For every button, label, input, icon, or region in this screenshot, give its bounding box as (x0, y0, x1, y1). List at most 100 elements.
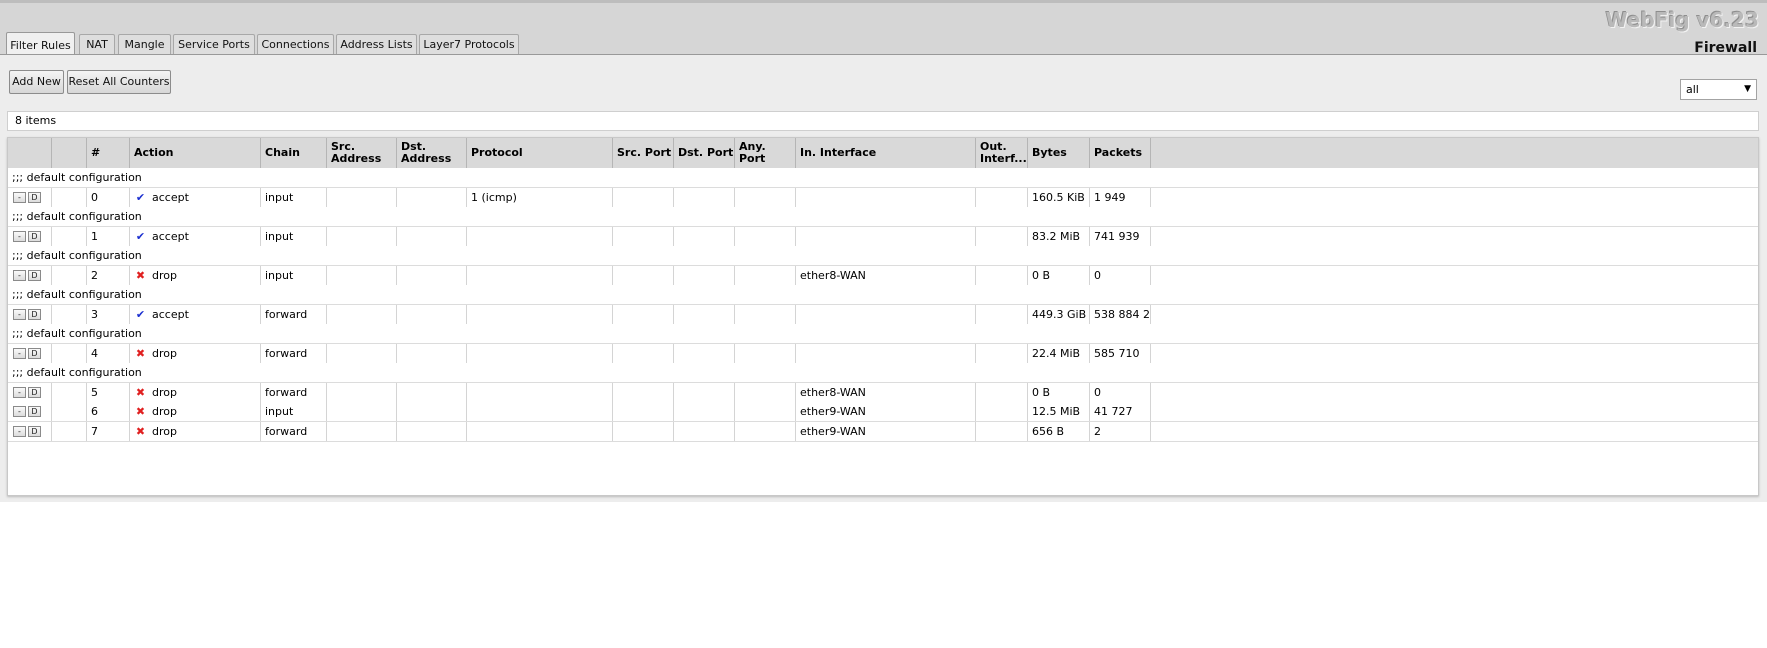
table-row[interactable]: - D 7 ✖ drop forward ether9-WAN 656 B 2 (8, 422, 1758, 442)
chain-cell: input (261, 402, 327, 421)
out-interface-cell (976, 227, 1028, 246)
num-cell: 7 (87, 422, 130, 441)
chain-cell: input (261, 188, 327, 207)
num-cell: 5 (87, 383, 130, 402)
action-cell: ✖ drop (130, 266, 261, 285)
packets-cell: 0 (1090, 266, 1151, 285)
protocol-cell (467, 383, 613, 402)
col-header-dst-address[interactable]: Dst. Address (397, 138, 467, 168)
num-cell: 2 (87, 266, 130, 285)
tab-service-ports[interactable]: Service Ports (173, 34, 255, 56)
table-row[interactable]: - D 4 ✖ drop forward 22.4 MiB 585 710 (8, 344, 1758, 364)
src-address-cell (327, 402, 397, 421)
remove-button[interactable]: - (13, 348, 26, 359)
disable-button[interactable]: D (28, 426, 41, 437)
src-port-cell (613, 422, 674, 441)
remove-button[interactable]: - (13, 231, 26, 242)
num-cell: 1 (87, 227, 130, 246)
num-cell: 3 (87, 305, 130, 324)
bytes-cell: 83.2 MiB (1028, 227, 1090, 246)
tab-connections[interactable]: Connections (257, 34, 334, 56)
tab-address-lists[interactable]: Address Lists (336, 34, 417, 56)
table-row[interactable]: - D 5 ✖ drop forward ether8-WAN 0 B 0 (8, 383, 1758, 403)
remove-button[interactable]: - (13, 270, 26, 281)
disable-button[interactable]: D (28, 309, 41, 320)
dst-port-cell (674, 188, 735, 207)
col-header-in-interface[interactable]: In. Interface (796, 138, 976, 168)
disable-button[interactable]: D (28, 406, 41, 417)
action-label: accept (152, 308, 189, 321)
tab-mangle[interactable]: Mangle (118, 34, 171, 56)
col-header-protocol[interactable]: Protocol (467, 138, 613, 168)
rule-comment-row: ;;; default configuration (8, 363, 1758, 383)
item-count: 8 items (7, 111, 1759, 131)
col-header-flags (52, 138, 87, 168)
disable-button[interactable]: D (28, 387, 41, 398)
drop-icon: ✖ (135, 269, 146, 282)
drop-icon: ✖ (135, 425, 146, 438)
row-buttons-cell: - D (8, 188, 52, 207)
packets-cell: 0 (1090, 383, 1151, 402)
num-cell: 0 (87, 188, 130, 207)
flags-cell (52, 402, 87, 421)
disable-button[interactable]: D (28, 231, 41, 242)
rule-comment-row: ;;; default configuration (8, 246, 1758, 266)
tab-layer7-protocols[interactable]: Layer7 Protocols (419, 34, 519, 56)
any-port-cell (735, 188, 796, 207)
top-bar: Filter Rules NAT Mangle Service Ports Co… (0, 0, 1767, 57)
col-header-dst-port[interactable]: Dst. Port (674, 138, 735, 168)
col-header-out-interface[interactable]: Out. Interf... (976, 138, 1028, 168)
col-header-src-address[interactable]: Src. Address (327, 138, 397, 168)
protocol-cell (467, 422, 613, 441)
dst-port-cell (674, 402, 735, 421)
reset-all-counters-button[interactable]: Reset All Counters (67, 70, 171, 94)
flags-cell (52, 422, 87, 441)
in-interface-cell (796, 344, 976, 363)
dst-port-cell (674, 344, 735, 363)
remove-button[interactable]: - (13, 309, 26, 320)
out-interface-cell (976, 188, 1028, 207)
table-row[interactable]: - D 6 ✖ drop input ether9-WAN 12.5 MiB 41… (8, 402, 1758, 422)
table-row[interactable]: - D 3 ✔ accept forward 449.3 GiB 538 884 … (8, 305, 1758, 325)
tab-nat[interactable]: NAT (79, 34, 115, 56)
action-cell: ✖ drop (130, 402, 261, 421)
in-interface-cell: ether9-WAN (796, 422, 976, 441)
in-interface-cell (796, 305, 976, 324)
bytes-cell: 160.5 KiB (1028, 188, 1090, 207)
col-header-action[interactable]: Action (130, 138, 261, 168)
dst-address-cell (397, 305, 467, 324)
table-row[interactable]: - D 0 ✔ accept input 1 (icmp) 160.5 KiB 1… (8, 188, 1758, 208)
col-header-bytes[interactable]: Bytes (1028, 138, 1090, 168)
packets-cell: 538 884 24 (1090, 305, 1151, 324)
any-port-cell (735, 344, 796, 363)
remove-button[interactable]: - (13, 192, 26, 203)
disable-button[interactable]: D (28, 348, 41, 359)
col-header-any-port[interactable]: Any. Port (735, 138, 796, 168)
in-interface-cell: ether9-WAN (796, 402, 976, 421)
src-port-cell (613, 383, 674, 402)
add-new-button[interactable]: Add New (9, 70, 64, 94)
remove-button[interactable]: - (13, 406, 26, 417)
disable-button[interactable]: D (28, 270, 41, 281)
col-header-num[interactable]: # (87, 138, 130, 168)
action-label: accept (152, 191, 189, 204)
col-header-src-port[interactable]: Src. Port (613, 138, 674, 168)
action-label: drop (152, 425, 177, 438)
chain-cell: forward (261, 344, 327, 363)
remove-button[interactable]: - (13, 426, 26, 437)
filter-select[interactable]: all ▼ (1680, 79, 1757, 100)
col-header-packets[interactable]: Packets (1090, 138, 1151, 168)
remove-button[interactable]: - (13, 387, 26, 398)
dst-address-cell (397, 383, 467, 402)
any-port-cell (735, 402, 796, 421)
in-interface-cell: ether8-WAN (796, 266, 976, 285)
in-interface-cell (796, 227, 976, 246)
action-cell: ✖ drop (130, 383, 261, 402)
out-interface-cell (976, 305, 1028, 324)
table-row[interactable]: - D 2 ✖ drop input ether8-WAN 0 B 0 (8, 266, 1758, 286)
table-row[interactable]: - D 1 ✔ accept input 83.2 MiB 741 939 (8, 227, 1758, 247)
flags-cell (52, 344, 87, 363)
dst-address-cell (397, 344, 467, 363)
col-header-chain[interactable]: Chain (261, 138, 327, 168)
disable-button[interactable]: D (28, 192, 41, 203)
